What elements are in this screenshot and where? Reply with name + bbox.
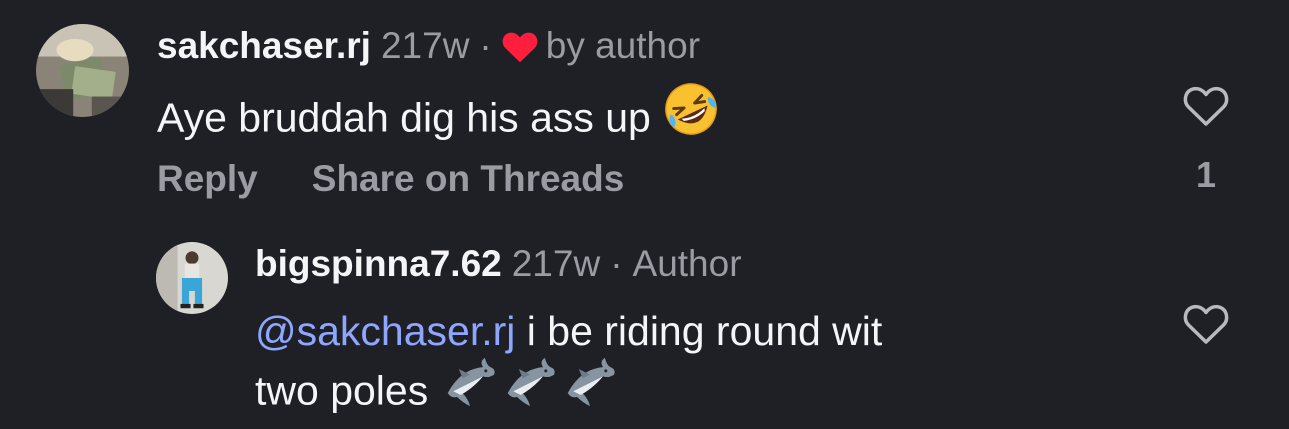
comment-line-1: @sakchaser.rj i be riding round wit (255, 302, 882, 360)
shark-emoji (560, 356, 620, 423)
comment-text: Aye bruddah dig his ass up (157, 94, 651, 141)
avatar-image (36, 24, 129, 117)
author-badge: Author (632, 243, 742, 284)
shark-emoji (440, 356, 500, 423)
rolling-on-floor-laughing-emoji (662, 80, 720, 153)
comment-header: bigspinna7.62 217w · Author (255, 243, 742, 285)
username[interactable]: bigspinna7.62 (255, 243, 502, 285)
separator-dot: · (479, 25, 492, 66)
comment-header: sakchaser.rj 217w · by author (157, 25, 700, 67)
timestamp: 217w (511, 243, 601, 284)
heart-outline-icon[interactable] (1182, 302, 1230, 346)
comment-text: two poles (255, 367, 429, 414)
heart-filled-icon (500, 30, 540, 63)
comment-body: @sakchaser.rj i be riding round wit two … (255, 302, 882, 427)
separator-dot: · (610, 243, 623, 284)
share-on-threads-button[interactable]: Share on Threads (312, 158, 625, 200)
reply-button[interactable]: Reply (157, 158, 258, 200)
comment-body: Aye bruddah dig his ass up (157, 83, 720, 157)
avatar[interactable] (156, 242, 228, 314)
avatar[interactable] (36, 24, 129, 117)
comment-text: i be riding round wit (515, 308, 883, 354)
mention-link[interactable]: @sakchaser.rj (255, 308, 515, 354)
comment-actions: Reply Share on Threads (157, 158, 624, 200)
avatar-image (156, 242, 228, 314)
comments-panel: sakchaser.rj 217w · by author Aye brudda… (0, 0, 1289, 429)
heart-outline-icon[interactable] (1182, 84, 1230, 128)
username[interactable]: sakchaser.rj (157, 25, 371, 67)
shark-emoji (500, 356, 560, 423)
timestamp: 217w (380, 25, 470, 66)
comment-line-2: two poles (255, 357, 882, 427)
like-count: 1 (1196, 154, 1217, 195)
liked-by-author-label: by author (545, 25, 701, 66)
